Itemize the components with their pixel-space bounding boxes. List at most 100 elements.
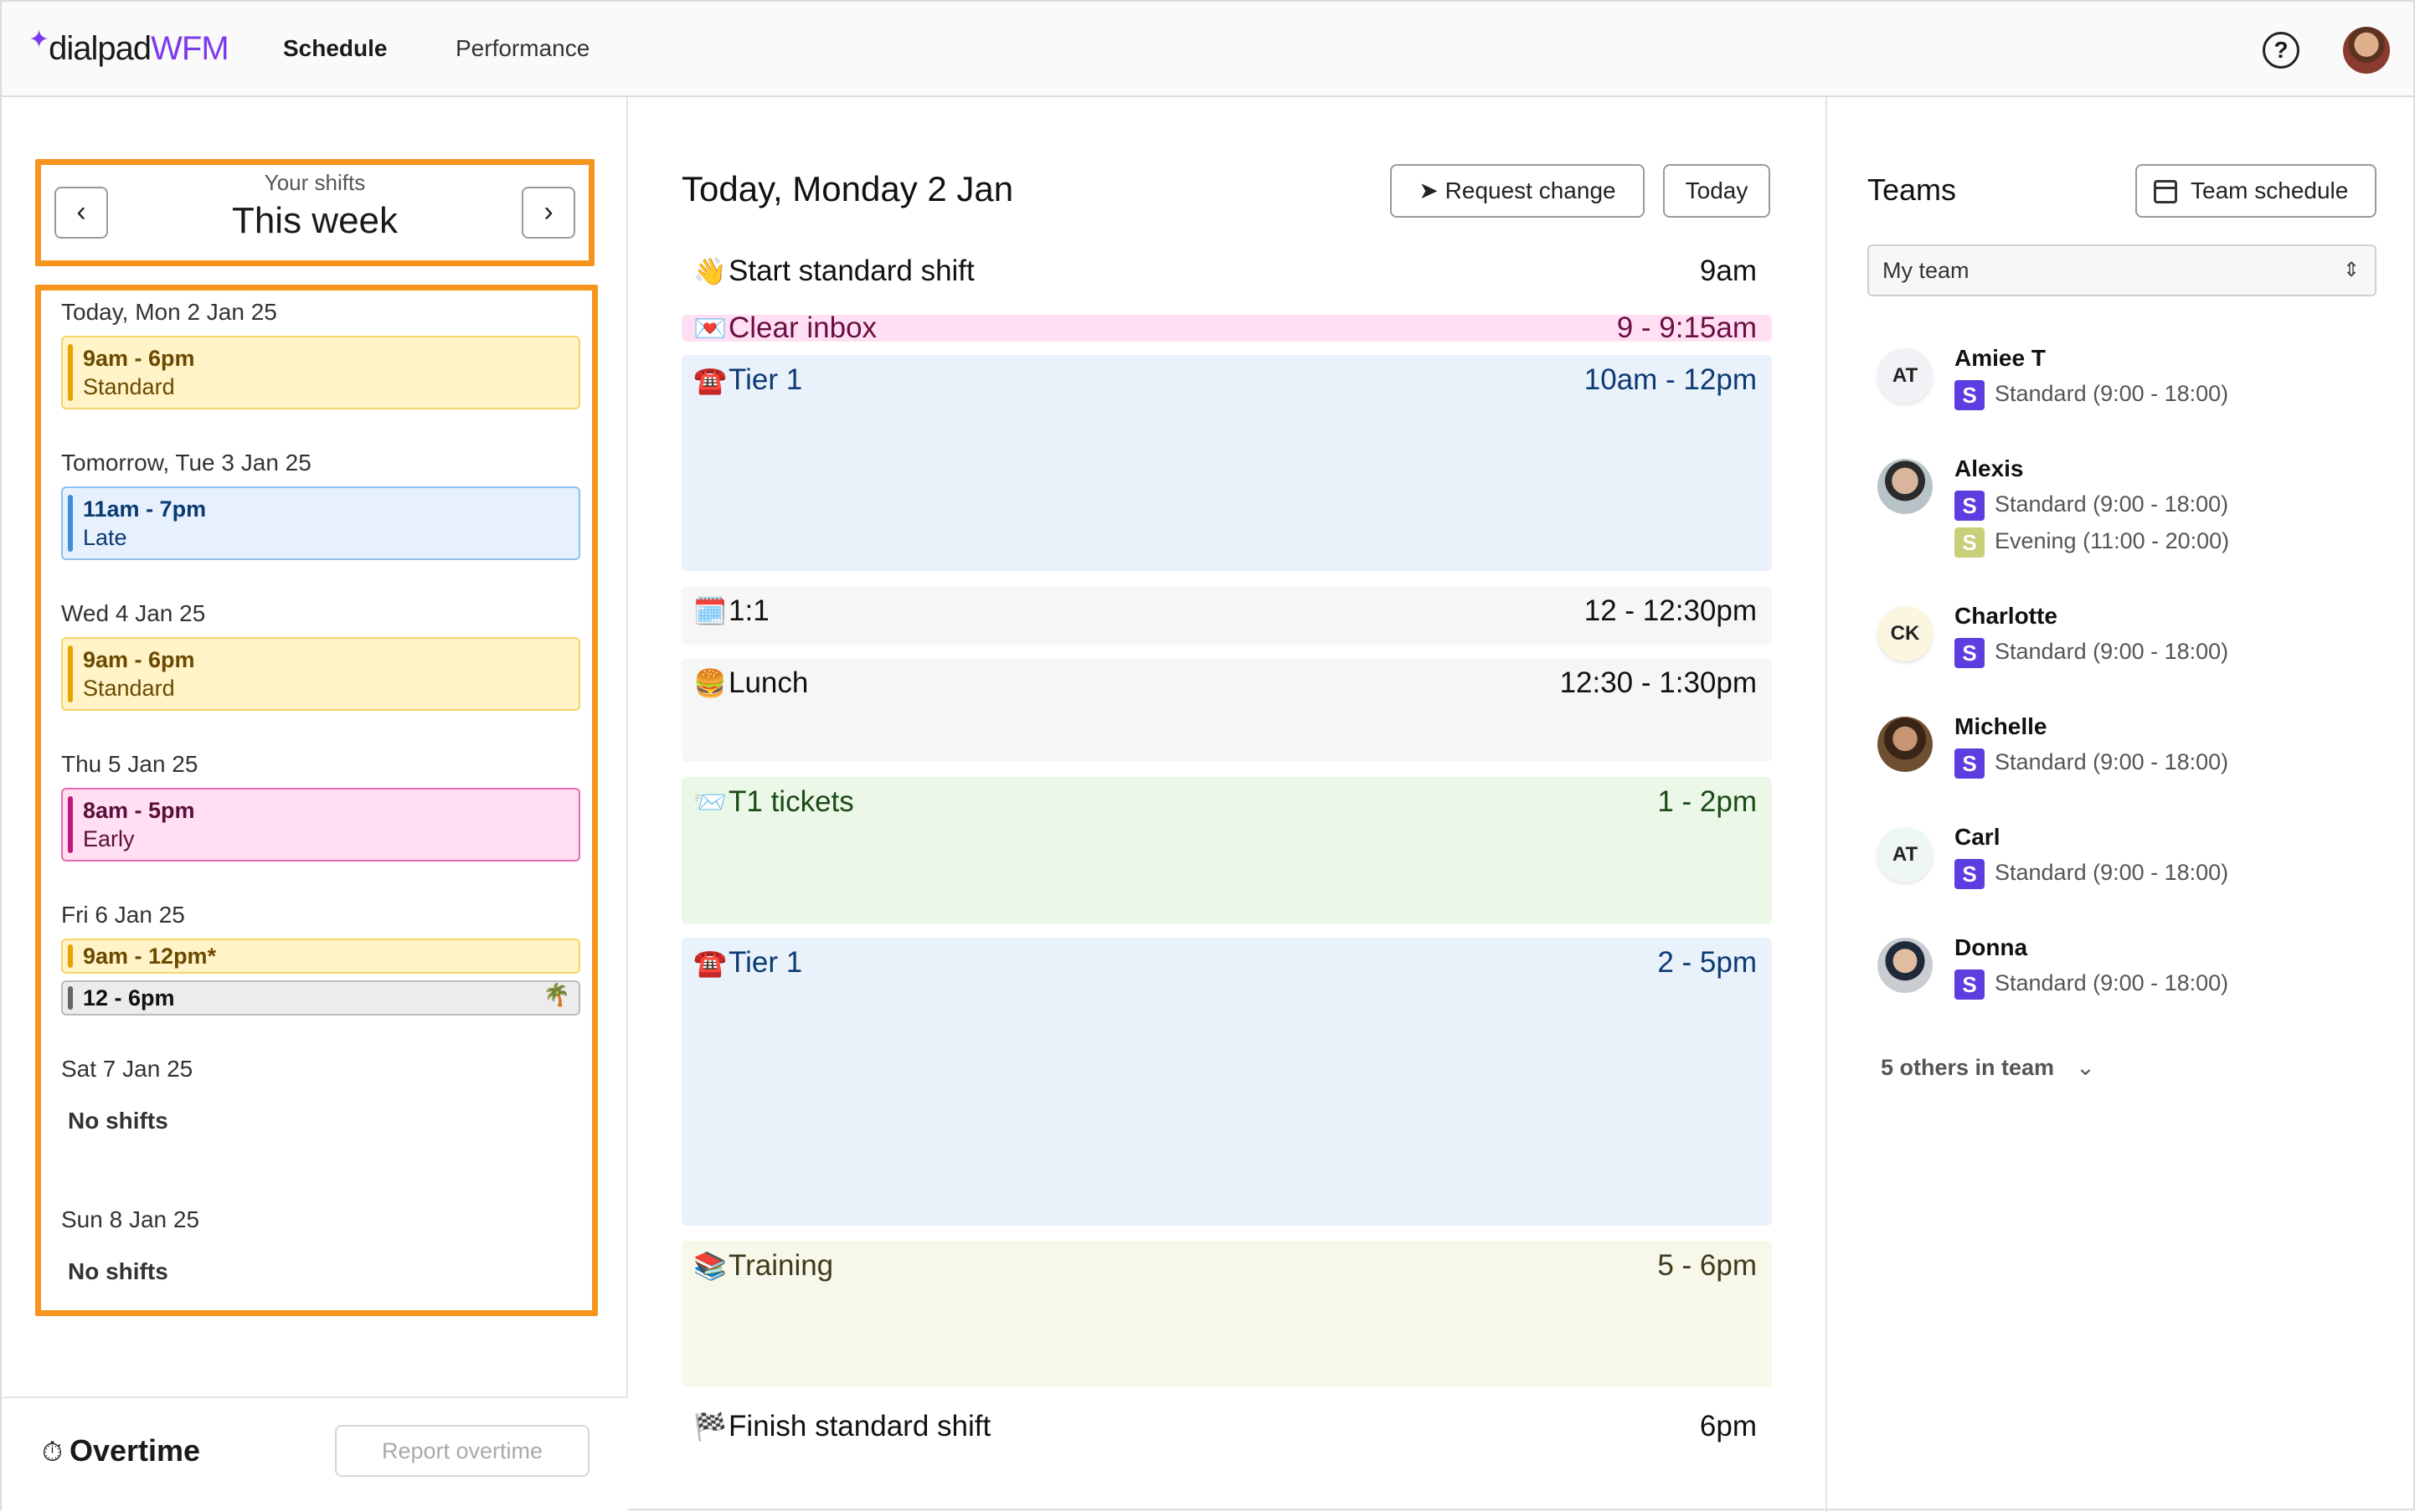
day-label: Tomorrow, Tue 3 Jan 25 xyxy=(61,450,312,476)
member-shift: S Standard (9:00 - 18:00) xyxy=(1954,638,2228,668)
activity-time: 2 - 5pm xyxy=(1657,946,1757,979)
day-label: Thu 5 Jan 25 xyxy=(61,751,198,777)
day-tue: Tomorrow, Tue 3 Jan 25 11am - 7pm Late xyxy=(61,450,580,560)
shift-text: Standard (9:00 - 18:00) xyxy=(1995,749,2229,775)
activity-tier1-morning[interactable]: ☎️Tier 1 10am - 12pm xyxy=(682,355,1772,571)
day-label: Today, Mon 2 Jan 25 xyxy=(61,299,277,325)
avatar xyxy=(1877,938,1933,993)
shift-time: 8am - 5pm xyxy=(83,798,195,823)
shift-card[interactable]: 11am - 7pm Late xyxy=(61,486,580,560)
nav-performance[interactable]: Performance xyxy=(456,35,590,62)
teams-panel: Teams Team schedule My team ⇕ AT Amiee T … xyxy=(1825,97,2415,1512)
shift-text: Standard (9:00 - 18:00) xyxy=(1995,639,2229,665)
shift-time: 9am - 6pm xyxy=(83,346,195,371)
activity-one-on-one[interactable]: 🗓️1:1 12 - 12:30pm xyxy=(682,586,1772,645)
member-name: Alexis xyxy=(1954,455,2024,481)
week-subtitle: Your shifts xyxy=(264,170,366,195)
palm-tree-icon: 🌴 xyxy=(543,982,570,1007)
activity-t1-tickets[interactable]: 📨T1 tickets 1 - 2pm xyxy=(682,777,1772,924)
love-letter-icon: 💌 xyxy=(693,313,727,343)
shifts-panel: Your shifts This week ‹ › Today, Mon 2 J… xyxy=(2,97,628,1512)
member-shift: S Standard (9:00 - 18:00) xyxy=(1954,380,2228,410)
top-bar: ✦dialpadWFM Schedule Performance ? xyxy=(2,2,2413,97)
shift-text: Standard (9:00 - 18:00) xyxy=(1995,970,2229,996)
week-navigator: Your shifts This week ‹ › xyxy=(35,159,595,266)
day-sun: Sun 8 Jan 25 No shifts xyxy=(61,1206,580,1285)
day-wed: Wed 4 Jan 25 9am - 6pm Standard xyxy=(61,600,580,711)
team-select[interactable]: My team ⇕ xyxy=(1867,244,2376,296)
activity-clear-inbox[interactable]: 💌Clear inbox 9 - 9:15am xyxy=(682,311,1772,344)
logo-spark-icon: ✦ xyxy=(28,26,49,54)
nav-schedule[interactable]: Schedule xyxy=(283,35,387,62)
overtime-section: ⏱ Overtime Report overtime xyxy=(2,1396,628,1512)
activity-name: Tier 1 xyxy=(729,363,803,396)
avatar: AT xyxy=(1877,348,1933,404)
activity-time: 1 - 2pm xyxy=(1657,785,1757,818)
previous-week-button[interactable]: ‹ xyxy=(54,187,108,239)
shift-card[interactable]: 9am - 6pm Standard xyxy=(61,336,580,409)
request-change-button[interactable]: ➤ Request change xyxy=(1390,164,1645,218)
help-icon[interactable]: ? xyxy=(2263,32,2299,69)
member-shift: S Evening (11:00 - 20:00) xyxy=(1954,527,2229,558)
calendar-icon xyxy=(2154,180,2177,203)
day-fri: Fri 6 Jan 25 9am - 12pm* 12 - 6pm 🌴 xyxy=(61,902,580,1016)
dialpad-wfm-logo[interactable]: ✦dialpadWFM xyxy=(28,26,229,68)
logo-product: WFM xyxy=(151,30,229,67)
team-schedule-button[interactable]: Team schedule xyxy=(2135,164,2376,218)
shift-card[interactable]: 8am - 5pm Early xyxy=(61,788,580,861)
activity-time: 12 - 12:30pm xyxy=(1583,594,1757,627)
activity-name: Clear inbox xyxy=(729,311,878,344)
activity-training[interactable]: 📚Training 5 - 6pm xyxy=(682,1241,1772,1386)
activity-tier1-afternoon[interactable]: ☎️Tier 1 2 - 5pm xyxy=(682,938,1772,1226)
activity-start-shift[interactable]: 👋Start standard shift 9am xyxy=(682,246,1772,296)
others-label: 5 others in team xyxy=(1881,1055,2055,1080)
next-week-button[interactable]: › xyxy=(522,187,575,239)
shift-text: Evening (11:00 - 20:00) xyxy=(1995,528,2230,554)
shift-badge: S xyxy=(1954,859,1985,889)
chevron-down-icon: ⌄ xyxy=(2076,1055,2095,1080)
user-avatar[interactable] xyxy=(2343,27,2390,74)
shift-card[interactable]: 9am - 12pm* xyxy=(61,939,580,974)
activity-name: Lunch xyxy=(729,666,809,699)
chevron-left-icon: ‹ xyxy=(76,196,86,228)
member-shift: S Standard (9:00 - 18:00) xyxy=(1954,491,2228,521)
shift-badge: S xyxy=(1954,638,1985,668)
avatar xyxy=(1877,717,1933,772)
member-name: Donna xyxy=(1954,934,2028,960)
no-shifts-text: No shifts xyxy=(68,1108,168,1134)
shift-card-holiday[interactable]: 12 - 6pm 🌴 xyxy=(61,980,580,1016)
activity-time: 5 - 6pm xyxy=(1657,1249,1757,1282)
chevron-up-down-icon: ⇕ xyxy=(2342,259,2360,281)
shift-badge: S xyxy=(1954,748,1985,779)
activity-lunch[interactable]: 🍔Lunch 12:30 - 1:30pm xyxy=(682,658,1772,762)
others-in-team-toggle[interactable]: 5 others in team ⌄ xyxy=(1881,1055,2095,1081)
team-schedule-label: Team schedule xyxy=(2191,177,2349,203)
shift-card[interactable]: 9am - 6pm Standard xyxy=(61,637,580,711)
avatar: CK xyxy=(1877,606,1933,661)
shift-kind: Standard xyxy=(83,374,175,399)
shift-badge: S xyxy=(1954,380,1985,410)
report-overtime-button[interactable]: Report overtime xyxy=(335,1425,590,1477)
request-change-label: Request change xyxy=(1444,177,1616,203)
shift-text: Standard (9:00 - 18:00) xyxy=(1995,491,2229,517)
today-button[interactable]: Today xyxy=(1663,164,1770,218)
books-icon: 📚 xyxy=(693,1251,727,1281)
shift-badge: S xyxy=(1954,527,1985,558)
shift-badge: S xyxy=(1954,969,1985,1000)
member-shift: S Standard (9:00 - 18:00) xyxy=(1954,859,2228,889)
telephone-icon: ☎️ xyxy=(693,948,727,978)
teams-title: Teams xyxy=(1867,172,1957,207)
shift-text: Standard (9:00 - 18:00) xyxy=(1995,860,2229,886)
shift-kind: Early xyxy=(83,826,135,851)
activity-finish-shift[interactable]: 🏁Finish standard shift 6pm xyxy=(682,1401,1772,1452)
burger-icon: 🍔 xyxy=(693,668,727,698)
week-title: This week xyxy=(231,200,399,241)
shift-kind: Standard xyxy=(83,676,175,701)
shift-badge: S xyxy=(1954,491,1985,521)
day-label: Sat 7 Jan 25 xyxy=(61,1056,193,1082)
stopwatch-icon: ⏱ xyxy=(42,1437,63,1467)
wave-icon: 👋 xyxy=(693,256,727,286)
calendar-icon: 🗓️ xyxy=(693,596,727,626)
day-mon: Today, Mon 2 Jan 25 9am - 6pm Standard xyxy=(61,299,580,409)
app-window: ✦dialpadWFM Schedule Performance ? Your … xyxy=(0,0,2415,1512)
